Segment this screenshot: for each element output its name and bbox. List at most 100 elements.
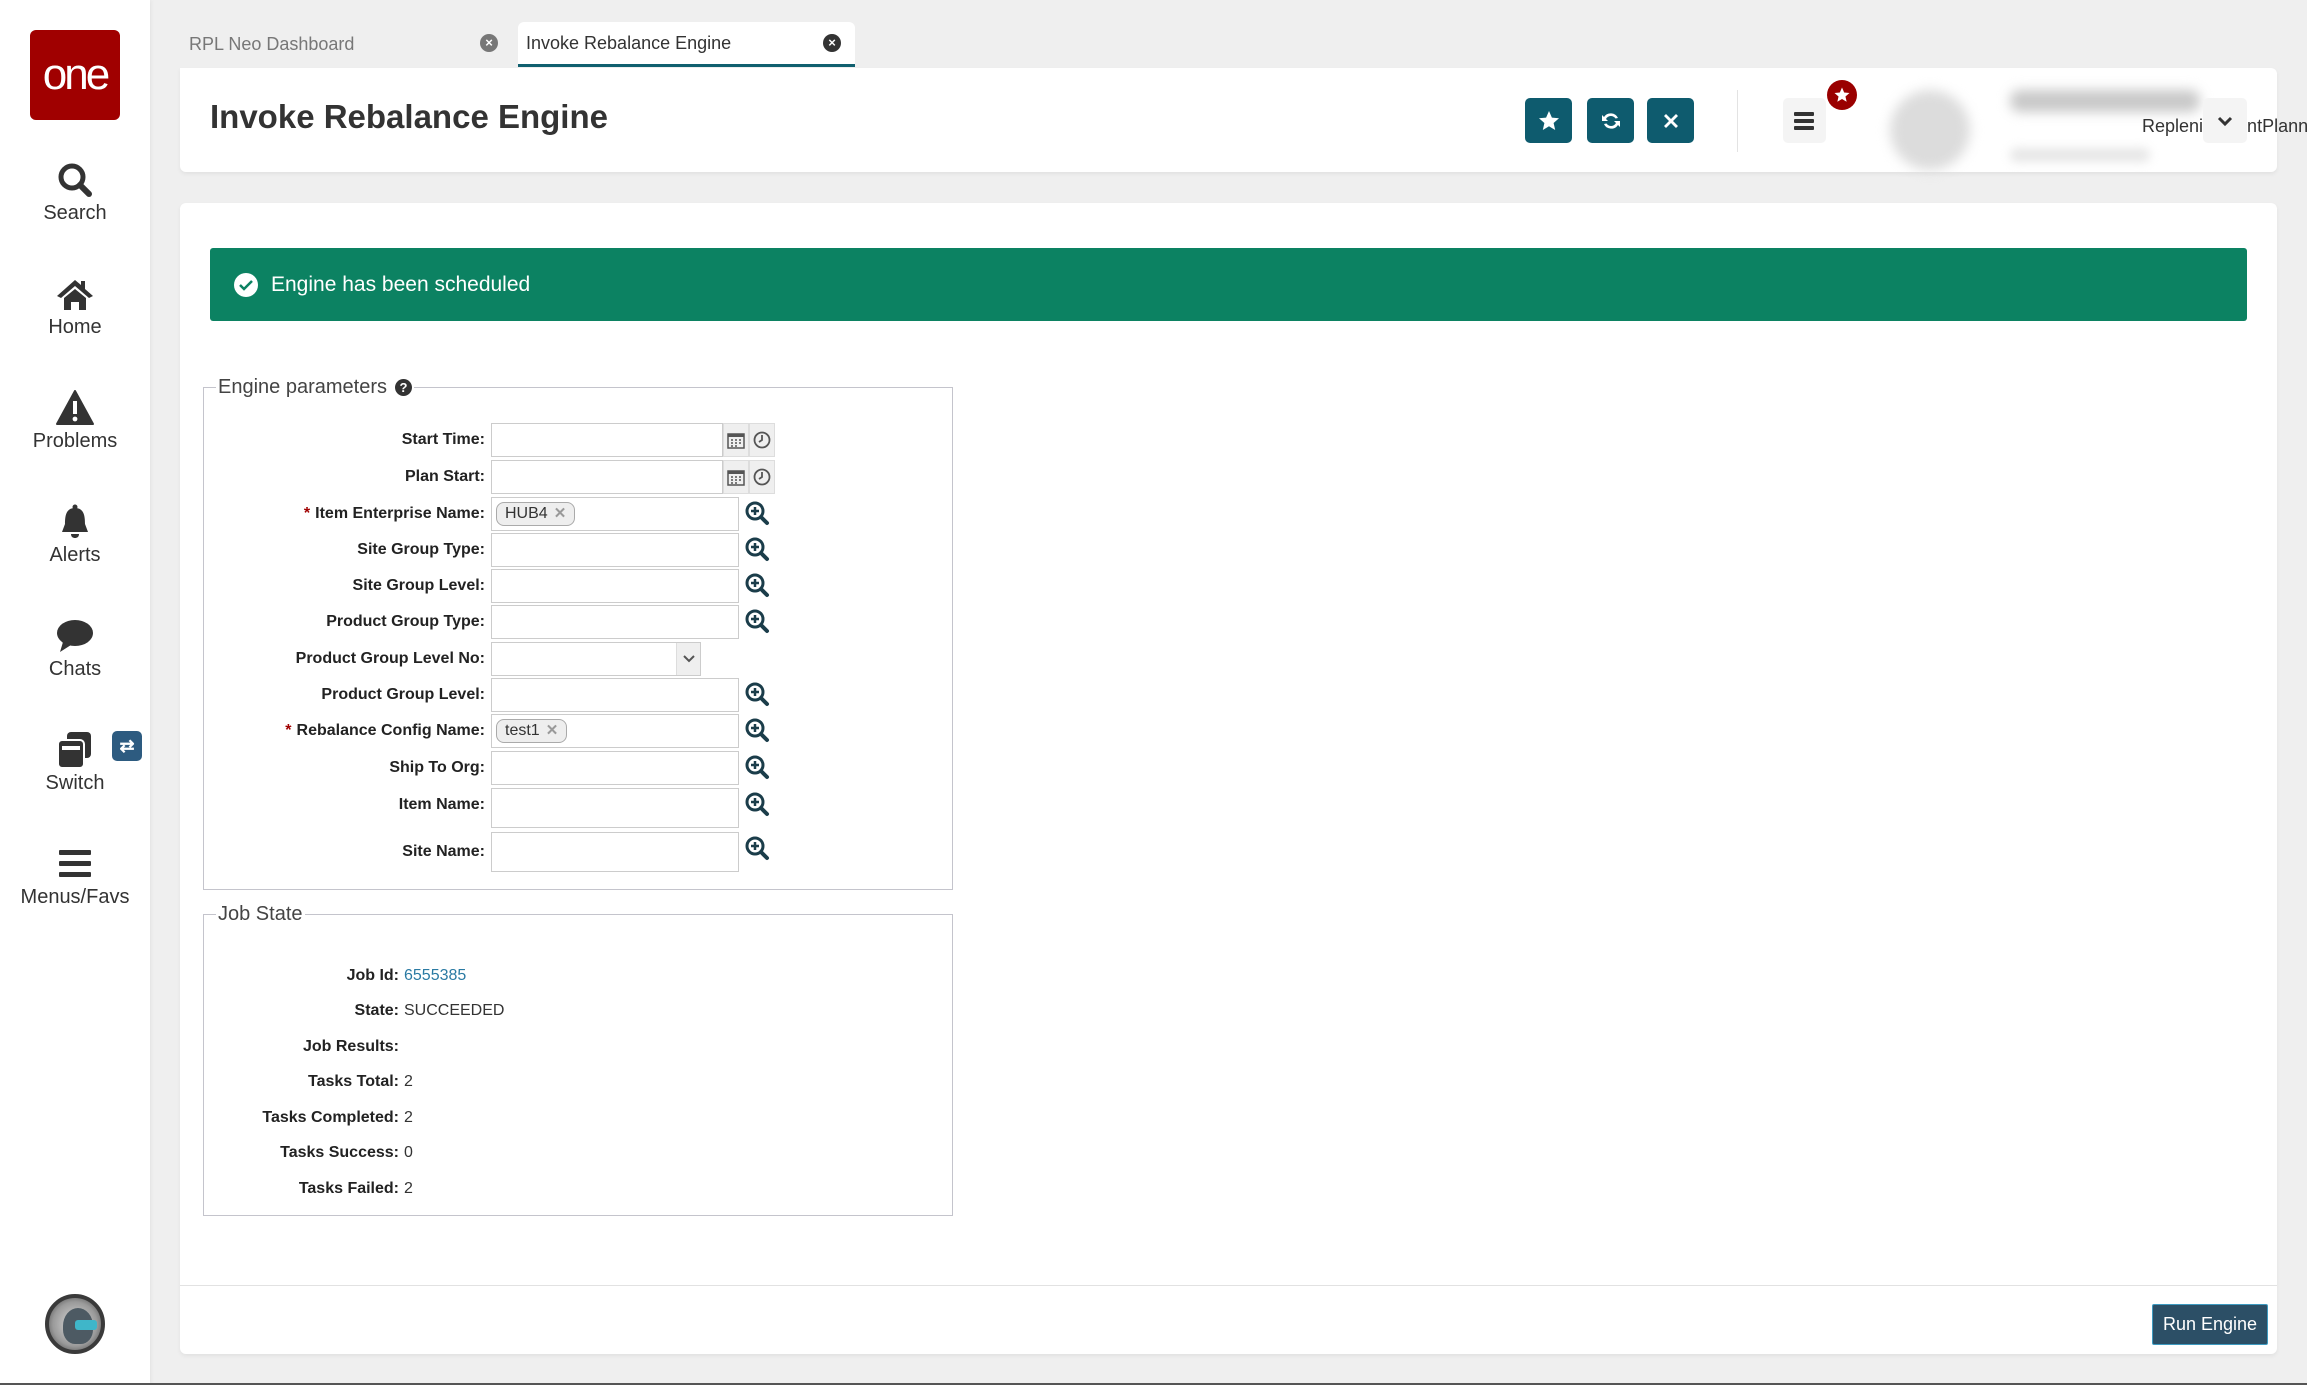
lookup-zoom-icon[interactable]	[744, 835, 770, 861]
field-label: Product Group Type:	[326, 613, 485, 630]
site-group-level-input[interactable]	[491, 569, 739, 603]
start-time-row: Start Time:	[204, 423, 952, 457]
sidebar-item-label: Chats	[48, 658, 102, 680]
job-state-label: Job Results:	[302, 1038, 399, 1055]
menu-button[interactable]	[1783, 98, 1826, 143]
swap-arrows-icon[interactable]: ⇄	[112, 731, 142, 761]
field-label: Item Name:	[398, 796, 485, 813]
selected-value-chip: test1 ✕	[496, 719, 568, 743]
sidebar-item-problems[interactable]: Problems	[0, 388, 150, 453]
job-state-label: Tasks Total:	[308, 1073, 399, 1090]
tasks-total-value: 2	[404, 1073, 413, 1090]
star-icon	[1834, 87, 1850, 102]
remove-chip-icon[interactable]: ✕	[546, 720, 559, 742]
refresh-icon	[1601, 112, 1620, 129]
close-tab-icon[interactable]: ×	[823, 34, 841, 52]
field-label: Product Group Level:	[321, 686, 485, 703]
engine-parameters-legend: Engine parameters ?	[216, 376, 414, 399]
rebalance-config-name-input[interactable]: test1 ✕	[491, 714, 739, 748]
user-name-redacted	[2010, 90, 2200, 112]
favorite-button[interactable]	[1525, 98, 1572, 143]
home-icon	[57, 280, 93, 310]
field-label: Site Group Level:	[352, 577, 485, 594]
product-group-level-no-select[interactable]	[491, 642, 701, 676]
lookup-zoom-icon[interactable]	[744, 572, 770, 598]
lookup-zoom-icon[interactable]	[744, 791, 770, 817]
header-divider	[1737, 90, 1738, 152]
rebalance-config-name-row: * Rebalance Config Name: test1 ✕	[204, 714, 952, 748]
sidebar-item-label: Menus/Favs	[20, 886, 130, 908]
sidebar-item-chats[interactable]: Chats	[0, 616, 150, 681]
help-icon[interactable]: ?	[394, 379, 412, 396]
field-label-text: Item Enterprise Name:	[315, 505, 485, 522]
section-title: Job State	[218, 903, 303, 925]
avatar-visor-shape	[75, 1320, 97, 1330]
job-state-section: Job State Job Id: 6555385 State: SUCCEED…	[203, 903, 953, 1216]
banner-message: Engine has been scheduled	[271, 272, 531, 296]
tab-invoke-rebalance-engine[interactable]: Invoke Rebalance Engine ×	[518, 22, 855, 67]
tasks-success-row: Tasks Success: 0	[204, 1141, 952, 1165]
chevron-down-icon	[2217, 116, 2233, 126]
refresh-button[interactable]	[1587, 98, 1634, 143]
plan-start-input[interactable]	[491, 460, 723, 494]
sidebar-item-alerts[interactable]: Alerts	[0, 502, 150, 567]
app-logo[interactable]: one	[30, 30, 120, 120]
product-group-type-input[interactable]	[491, 605, 739, 639]
ship-to-org-input[interactable]	[491, 751, 739, 785]
close-tab-icon[interactable]: ×	[480, 34, 498, 52]
sidebar-item-menus-favs[interactable]: Menus/Favs	[0, 844, 150, 909]
lookup-zoom-icon[interactable]	[744, 717, 770, 743]
favorites-badge[interactable]	[1827, 80, 1857, 110]
user-menu-dropdown[interactable]	[2203, 98, 2247, 143]
calendar-icon[interactable]	[723, 460, 749, 494]
sidebar-item-search[interactable]: Search	[0, 160, 150, 225]
footer-divider	[180, 1285, 2277, 1286]
plan-start-row: Plan Start:	[204, 460, 952, 494]
item-name-input[interactable]	[491, 788, 739, 828]
ai-assistant-avatar[interactable]	[45, 1294, 105, 1354]
clock-icon[interactable]	[749, 460, 775, 494]
site-group-type-input[interactable]	[491, 533, 739, 567]
lookup-zoom-icon[interactable]	[744, 608, 770, 634]
sidebar-item-home[interactable]: Home	[0, 274, 150, 339]
lookup-zoom-icon[interactable]	[744, 536, 770, 562]
main-content: Engine has been scheduled Engine paramet…	[180, 203, 2277, 1354]
sidebar-item-label: Alerts	[49, 544, 101, 566]
clock-icon[interactable]	[749, 423, 775, 457]
lookup-zoom-icon[interactable]	[744, 754, 770, 780]
sidebar-item-label: Search	[43, 202, 107, 224]
site-name-input[interactable]	[491, 832, 739, 872]
site-group-type-row: Site Group Type:	[204, 533, 952, 567]
close-page-button[interactable]	[1647, 98, 1694, 143]
page-title: Invoke Rebalance Engine	[210, 98, 608, 135]
product-group-type-row: Product Group Type:	[204, 605, 952, 639]
chevron-down-icon	[676, 643, 700, 675]
tasks-failed-value: 2	[404, 1180, 413, 1197]
engine-parameters-section: Engine parameters ? Start Time: Plan Sta…	[203, 376, 953, 890]
start-time-input[interactable]	[491, 423, 723, 457]
ship-to-org-row: Ship To Org:	[204, 751, 952, 785]
site-name-row: Site Name:	[204, 832, 952, 872]
field-label: Ship To Org:	[389, 759, 485, 776]
item-enterprise-name-input[interactable]: HUB4 ✕	[491, 497, 739, 531]
job-state-label: Tasks Failed:	[298, 1180, 399, 1197]
user-profile[interactable]: ReplenishmentPlanner	[1870, 78, 2307, 188]
job-state-label: Tasks Success:	[280, 1144, 399, 1161]
user-subtitle-redacted	[2010, 148, 2150, 162]
job-state-legend: Job State	[216, 903, 305, 926]
product-group-level-input[interactable]	[491, 678, 739, 712]
calendar-icon[interactable]	[723, 423, 749, 457]
user-avatar	[1890, 90, 1970, 170]
job-id-link[interactable]: 6555385	[404, 964, 466, 988]
tasks-completed-value: 2	[404, 1109, 413, 1126]
check-circle-icon	[234, 272, 258, 297]
remove-chip-icon[interactable]: ✕	[554, 503, 567, 525]
lookup-zoom-icon[interactable]	[744, 500, 770, 526]
selected-value-chip: HUB4 ✕	[496, 502, 576, 526]
lookup-zoom-icon[interactable]	[744, 681, 770, 707]
tab-rpl-neo-dashboard[interactable]: RPL Neo Dashboard ×	[181, 22, 512, 67]
run-engine-button[interactable]: Run Engine	[2152, 1304, 2268, 1345]
sidebar-item-label: Problems	[32, 430, 118, 452]
item-name-row: Item Name:	[204, 788, 952, 828]
search-icon	[58, 163, 92, 197]
